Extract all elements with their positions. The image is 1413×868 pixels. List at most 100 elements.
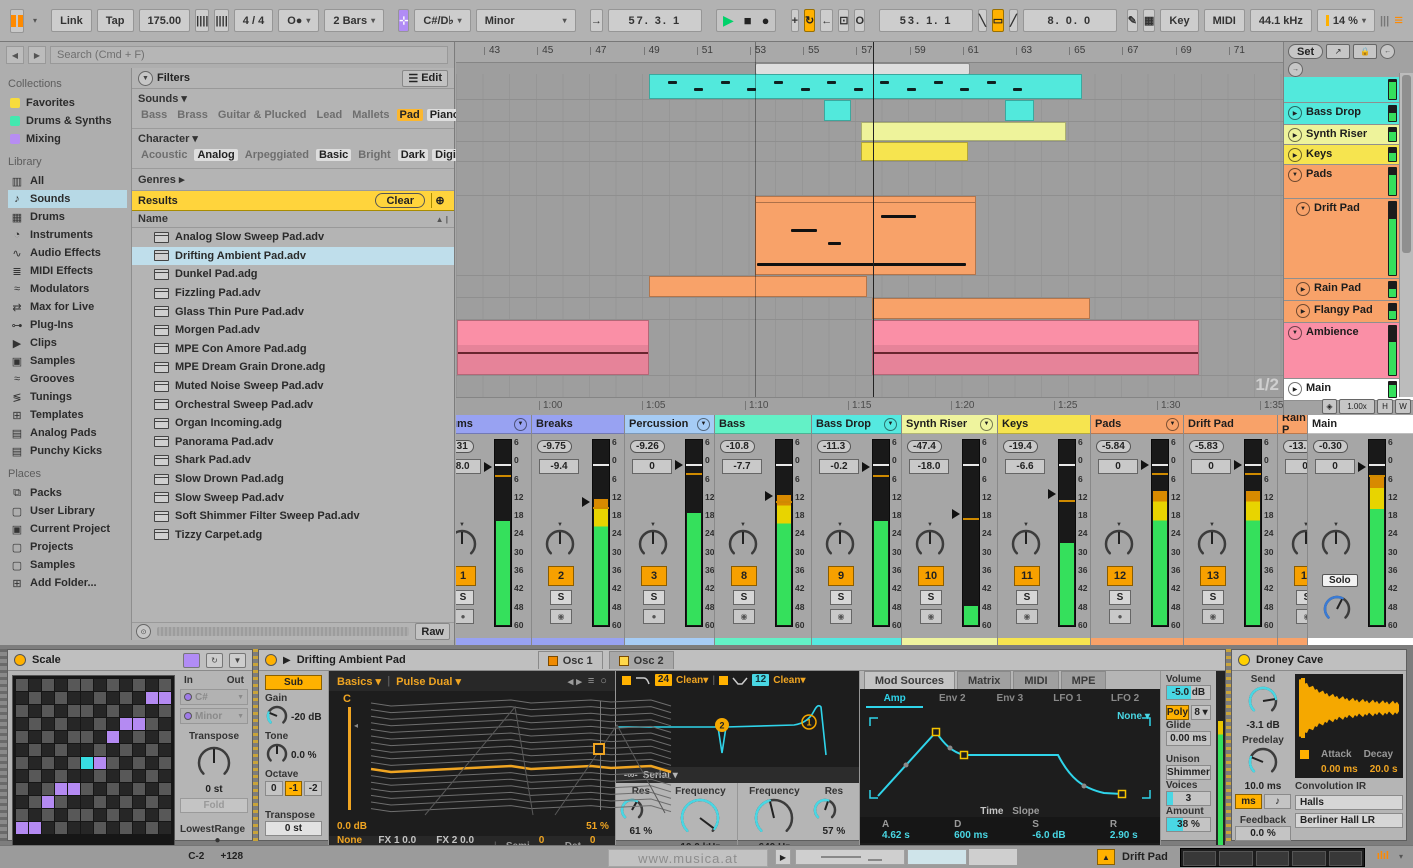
sidebar-item-drums[interactable]: ▦ Drums: [8, 208, 131, 226]
output-meter-icon[interactable]: ılıl: [1377, 850, 1389, 862]
arrangement-lane[interactable]: 43 45 47 49 51 53 55 57 59 61 63 65 67 69 71 1:00 1:05 1…: [456, 42, 1283, 415]
list-item[interactable]: Soft Shimmer Filter Sweep Pad.adv: [132, 507, 454, 526]
scale-cell[interactable]: [159, 679, 171, 691]
peak-level-display[interactable]: -9.75: [537, 440, 572, 453]
scale-cell[interactable]: [133, 692, 145, 704]
octave-minus1-button[interactable]: -1: [284, 781, 303, 796]
scale-grid[interactable]: [12, 675, 175, 864]
play-icon[interactable]: ▶: [1288, 106, 1302, 120]
volume-field[interactable]: -7.7: [722, 459, 762, 474]
clear-filters-button[interactable]: Clear: [375, 193, 425, 208]
scale-cell[interactable]: [159, 757, 171, 769]
filter1-type-icon[interactable]: [635, 675, 651, 685]
fader-handle[interactable]: [862, 462, 870, 473]
tab-matrix[interactable]: Matrix: [956, 671, 1012, 689]
preferences-menu-icon[interactable]: ≡: [1394, 12, 1403, 29]
clip[interactable]: [872, 320, 1200, 375]
track-header-drift-pad[interactable]: ▼ Drift Pad: [1284, 199, 1413, 279]
tap-tempo-button[interactable]: Tap: [96, 9, 134, 32]
scale-cell[interactable]: [120, 731, 132, 743]
scale-cell[interactable]: [107, 770, 119, 782]
mixer-channel-keys[interactable]: Keys -19.4 -6.6 ▼ 6 0 6 12 18 24 30 36 42 48 60 11 S ◉: [998, 415, 1091, 645]
filter2-res-knob[interactable]: [812, 798, 838, 826]
scale-cell[interactable]: [68, 718, 80, 730]
scale-cell[interactable]: [120, 679, 132, 691]
time-ruler[interactable]: 1:00 1:05 1:10 1:15 1:20 1:25 1:30 1:35: [456, 397, 1283, 415]
track-number[interactable]: 9: [828, 566, 854, 586]
scale-cell[interactable]: [133, 809, 145, 821]
preview-icon[interactable]: ▶: [283, 655, 291, 666]
set-locator-button[interactable]: Set: [1288, 44, 1324, 59]
nudge-down-button[interactable]: ||||: [195, 9, 210, 32]
arrangement-position-display[interactable]: 57. 3. 1: [607, 9, 702, 32]
arm-button[interactable]: ◉: [550, 609, 572, 624]
scale-cell[interactable]: [133, 731, 145, 743]
capture-midi-button[interactable]: O: [854, 9, 865, 32]
ms-mode-button[interactable]: ms: [1235, 794, 1262, 809]
results-name-header[interactable]: Name ▲ |: [132, 211, 454, 228]
tone-value[interactable]: 0.0 %: [291, 750, 317, 761]
draw-automation-icon[interactable]: ↗: [1326, 44, 1351, 59]
list-item[interactable]: Shark Pad.adv: [132, 451, 454, 470]
scale-cell[interactable]: [16, 679, 28, 691]
wavetable-visualization[interactable]: [365, 695, 677, 823]
impulse-response-display[interactable]: [1295, 674, 1401, 744]
mixer-channel-synth-riser[interactable]: Synth Riser ▼ -47.4 -18.0 ▼ 6 0 6 12 18 24 30 36 42 48…: [902, 415, 998, 645]
sidebar-item-max-for-live[interactable]: ⇄ Max for Live: [8, 298, 131, 316]
pan-knob[interactable]: ▼: [637, 522, 669, 563]
tempo-field[interactable]: 175.00: [138, 9, 191, 32]
wt-position-value[interactable]: 51 %: [586, 821, 609, 832]
volume-field[interactable]: -18.0: [909, 459, 949, 474]
ir-category-menu[interactable]: Halls: [1295, 795, 1403, 810]
sidebar-item-plug-ins[interactable]: ⊶ Plug-Ins: [8, 316, 131, 334]
track-header-synth-riser[interactable]: ▶ Synth Riser: [1284, 125, 1413, 145]
filter-group-genres[interactable]: Genres ▸: [132, 169, 454, 191]
scale-cell[interactable]: [68, 757, 80, 769]
volume-field[interactable]: 0: [632, 459, 672, 474]
scale-cell[interactable]: [29, 718, 41, 730]
glide-value[interactable]: 0.00 ms: [1165, 731, 1212, 746]
mixer-channel-main[interactable]: Main -0.30 0 ▼ 6 0 6 12 18 24 30 36 42 48 60 Solo: [1308, 415, 1413, 645]
scale-cell[interactable]: [68, 679, 80, 691]
filter1-slope-badge[interactable]: 24: [654, 674, 673, 686]
device-activator-led[interactable]: [265, 654, 277, 666]
scale-cell[interactable]: [42, 796, 54, 808]
fader-handle[interactable]: [484, 462, 492, 473]
filter2-on-button[interactable]: [719, 675, 729, 685]
punch-out-button[interactable]: ╱: [1009, 9, 1018, 32]
scale-cell[interactable]: [68, 809, 80, 821]
chain-play-icon[interactable]: ▶: [775, 849, 791, 865]
tab-osc2[interactable]: Osc 2: [608, 651, 674, 669]
scale-cell[interactable]: [133, 744, 145, 756]
prev-locator-button[interactable]: ←: [1380, 44, 1396, 59]
track-number[interactable]: 3: [641, 566, 667, 586]
peak-level-display[interactable]: -5.83: [1189, 440, 1224, 453]
vertical-scrollbar[interactable]: [1399, 73, 1413, 397]
scale-cell[interactable]: [55, 718, 67, 730]
osc-gain-slider[interactable]: [348, 707, 351, 810]
filter2-slope-badge[interactable]: 12: [752, 674, 770, 686]
scale-cell[interactable]: [159, 783, 171, 795]
scale-cell[interactable]: [133, 796, 145, 808]
sidebar-item-current-project[interactable]: ▣ Current Project: [8, 520, 131, 538]
filter-tag[interactable]: Dark: [397, 149, 429, 161]
add-filter-button[interactable]: ⊕: [431, 193, 448, 208]
track-number[interactable]: 13: [1200, 566, 1226, 586]
scale-cell[interactable]: [81, 822, 93, 834]
send-knob[interactable]: [1247, 686, 1279, 720]
transpose-knob[interactable]: [180, 745, 248, 781]
scale-cell[interactable]: [68, 796, 80, 808]
peak-level-display[interactable]: -47.4: [907, 440, 942, 453]
env-decay-value[interactable]: 600 ms: [954, 830, 988, 841]
scale-cell[interactable]: [68, 770, 80, 782]
scale-cell[interactable]: [146, 731, 158, 743]
scale-cell[interactable]: [55, 744, 67, 756]
scale-cell[interactable]: [81, 679, 93, 691]
tab-midi[interactable]: MIDI: [1013, 671, 1059, 689]
octave-0-button[interactable]: 0: [265, 781, 283, 796]
volume-field[interactable]: 0: [1315, 459, 1355, 474]
peak-level-display[interactable]: -8.31: [456, 440, 474, 453]
list-item[interactable]: Panorama Pad.adv: [132, 433, 454, 452]
scale-root-dropdown[interactable]: C# ▼: [180, 689, 248, 705]
scale-cell[interactable]: [81, 809, 93, 821]
